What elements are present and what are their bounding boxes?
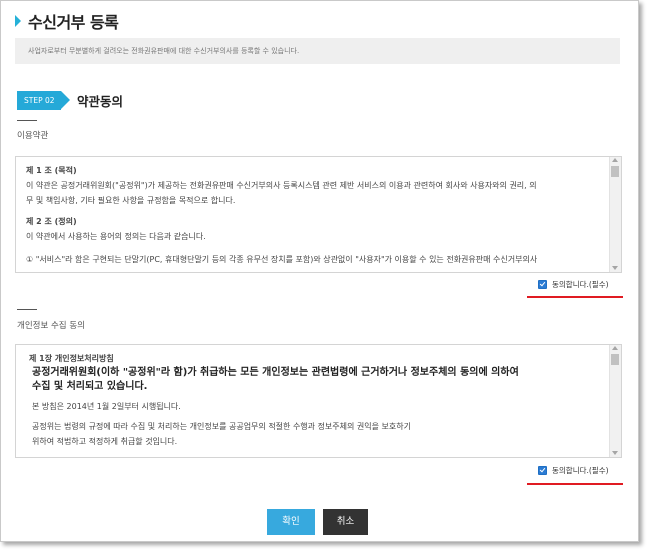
scroll-thumb[interactable] <box>611 166 619 177</box>
privacy-content: 제 1장 개인정보처리방침 공정거래위원회(이하 "공정위"라 함)가 취급하는… <box>29 351 607 449</box>
scroll-up-arrow-icon[interactable] <box>612 346 618 350</box>
privacy-body-line1: 공정위는 법령의 규정에 따라 수집 및 처리하는 개인정보를 공공업무의 적절… <box>32 422 411 431</box>
terms-content: 제 1 조 (목적) 이 약관은 공정거래위원회("공정위")가 제공하는 전화… <box>26 163 607 267</box>
terms-agree-checkbox-row[interactable]: 동의합니다.(필수) <box>538 279 609 290</box>
terms-scrollbar[interactable] <box>609 157 621 272</box>
privacy-agree-label[interactable]: 동의합니다.(필수) <box>552 465 609 476</box>
article1-line2: 무 및 책임사항, 기타 필요한 사항을 규정함을 목적으로 합니다. <box>26 196 236 205</box>
privacy-lead-line1: 공정거래위원회(이하 "공정위"라 함)가 취급하는 모든 개인정보는 관련법령… <box>32 367 519 378</box>
page-header: 수신거부 등록 <box>15 10 119 32</box>
article2-line1: 이 약관에서 사용하는 용어의 정의는 다음과 같습니다. <box>26 232 206 241</box>
notice-banner: 사업자로부터 무분별하게 걸려오는 전화권유판매에 대한 수신거부의사를 등록할… <box>15 38 620 64</box>
article1-line1: 이 약관은 공정거래위원회("공정위")가 제공하는 전화권유판매 수신거부의사… <box>26 181 537 190</box>
step-indicator: STEP 02 약관동의 <box>17 91 123 110</box>
page-title: 수신거부 등록 <box>28 13 119 32</box>
terms-agree-label[interactable]: 동의합니다.(필수) <box>552 279 609 290</box>
privacy-scrollbar[interactable] <box>609 345 621 457</box>
article1-heading: 제 1 조 (목적) <box>26 166 77 175</box>
privacy-lead-line2: 수집 및 처리되고 있습니다. <box>32 381 148 392</box>
cancel-button[interactable]: 취소 <box>323 509 368 535</box>
registration-panel: 수신거부 등록 사업자로부터 무분별하게 걸려오는 전화권유판매에 대한 수신거… <box>0 0 639 542</box>
privacy-chapter-heading: 제 1장 개인정보처리방침 <box>29 354 114 363</box>
confirm-button[interactable]: 확인 <box>267 509 315 535</box>
highlight-underline <box>527 483 623 485</box>
terms-agree-checkbox[interactable] <box>538 280 547 289</box>
highlight-underline <box>527 296 623 298</box>
scroll-thumb[interactable] <box>611 354 619 365</box>
privacy-section-label: 개인정보 수집 동의 <box>17 321 85 331</box>
scroll-down-arrow-icon[interactable] <box>612 451 618 455</box>
privacy-agree-checkbox-row[interactable]: 동의합니다.(필수) <box>538 465 609 476</box>
privacy-agree-checkbox[interactable] <box>538 466 547 475</box>
article2-heading: 제 2 조 (정의) <box>26 217 77 226</box>
scroll-up-arrow-icon[interactable] <box>612 158 618 162</box>
article2-item1: ① "서비스"라 함은 구현되는 단말기(PC, 휴대형단말기 등의 각종 유무… <box>26 255 538 264</box>
terms-scrollbox[interactable]: 제 1 조 (목적) 이 약관은 공정거래위원회("공정위")가 제공하는 전화… <box>15 156 622 273</box>
section-divider <box>17 120 37 121</box>
step-badge: STEP 02 <box>17 91 70 110</box>
privacy-body-line2: 위하여 적법하고 적정하게 취급할 것입니다. <box>32 437 178 446</box>
scroll-down-arrow-icon[interactable] <box>612 266 618 270</box>
section-divider <box>17 309 37 310</box>
privacy-effective-date: 본 방침은 2014년 1월 2일부터 시행됩니다. <box>32 402 181 411</box>
step-title: 약관동의 <box>77 94 124 109</box>
terms-section-label: 이용약관 <box>17 131 49 141</box>
privacy-scrollbox[interactable]: 제 1장 개인정보처리방침 공정거래위원회(이하 "공정위"라 함)가 취급하는… <box>15 344 622 458</box>
title-bullet-icon <box>15 15 21 27</box>
